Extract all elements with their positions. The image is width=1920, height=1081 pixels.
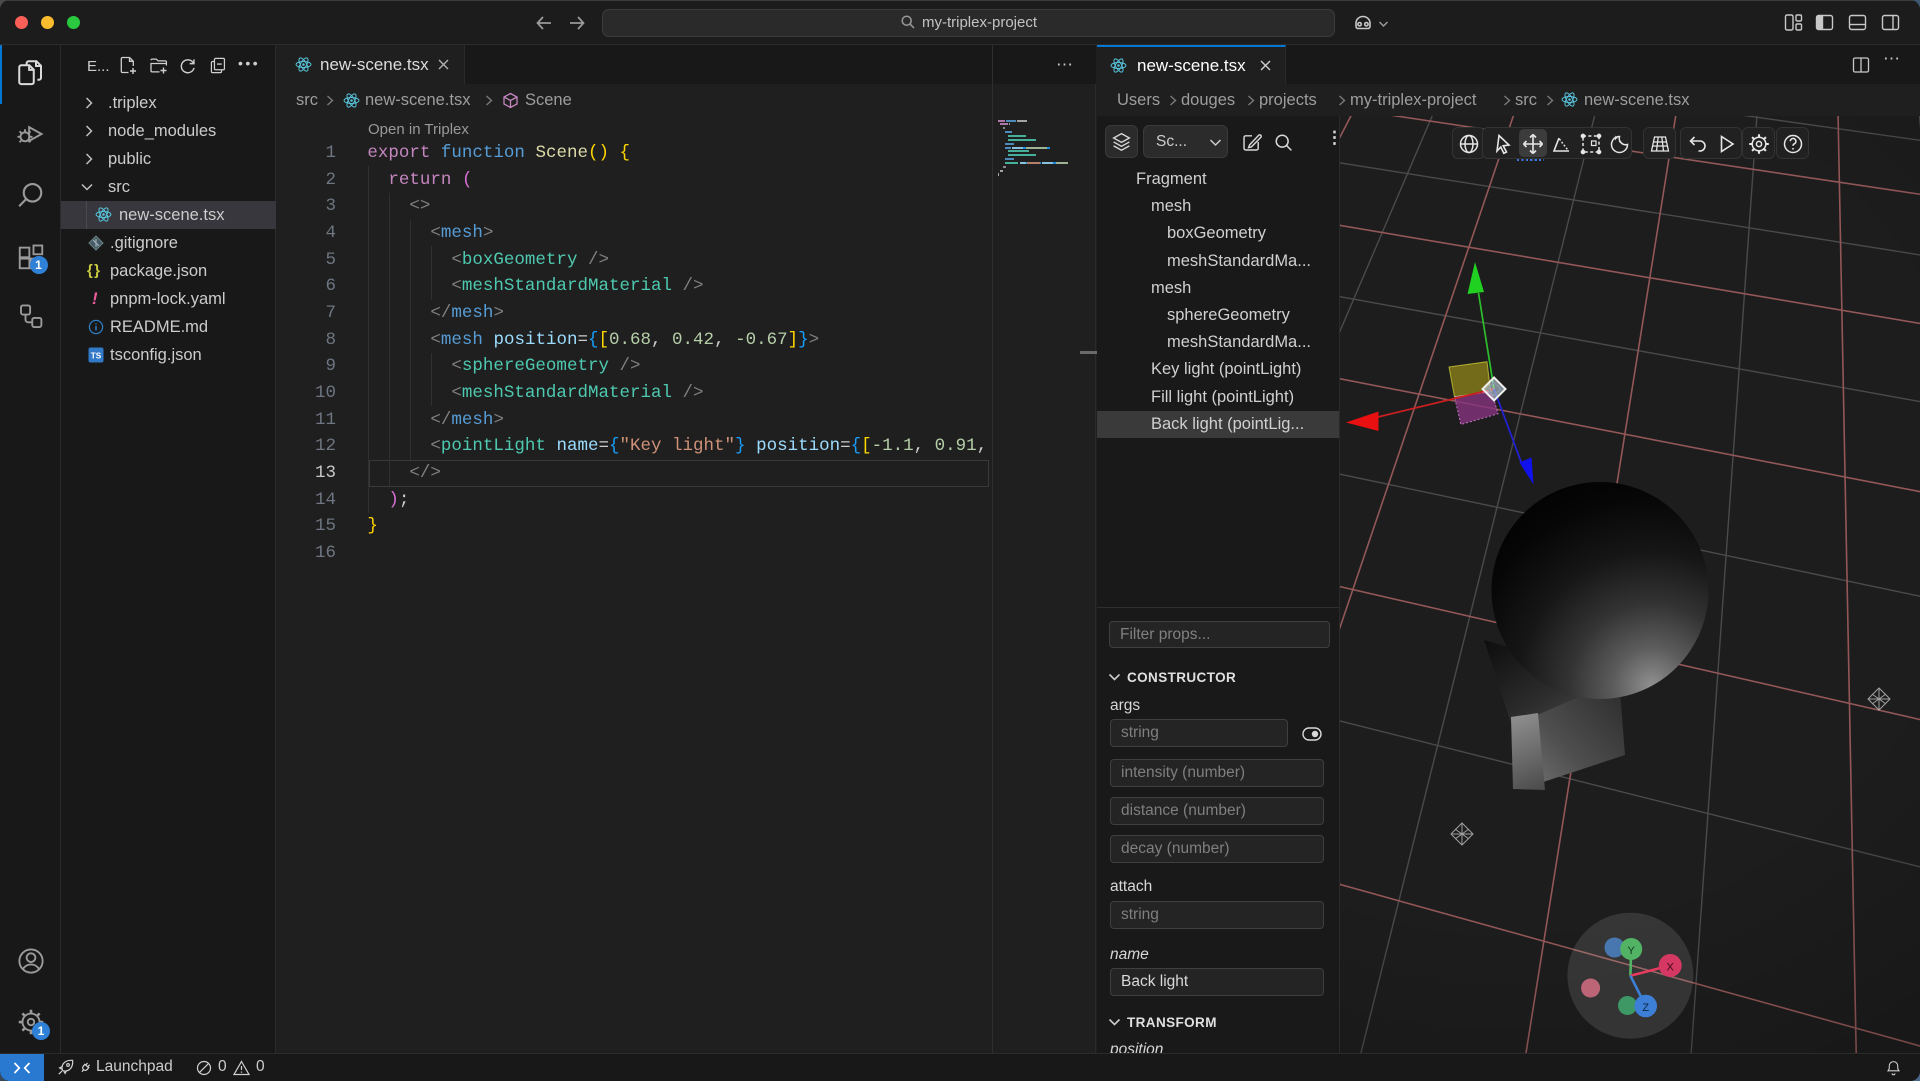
svg-text:Z: Z [1642,1002,1649,1014]
svg-text:TS: TS [91,352,102,361]
svg-text:X: X [1667,962,1675,974]
svg-text:Y: Y [1628,945,1636,957]
